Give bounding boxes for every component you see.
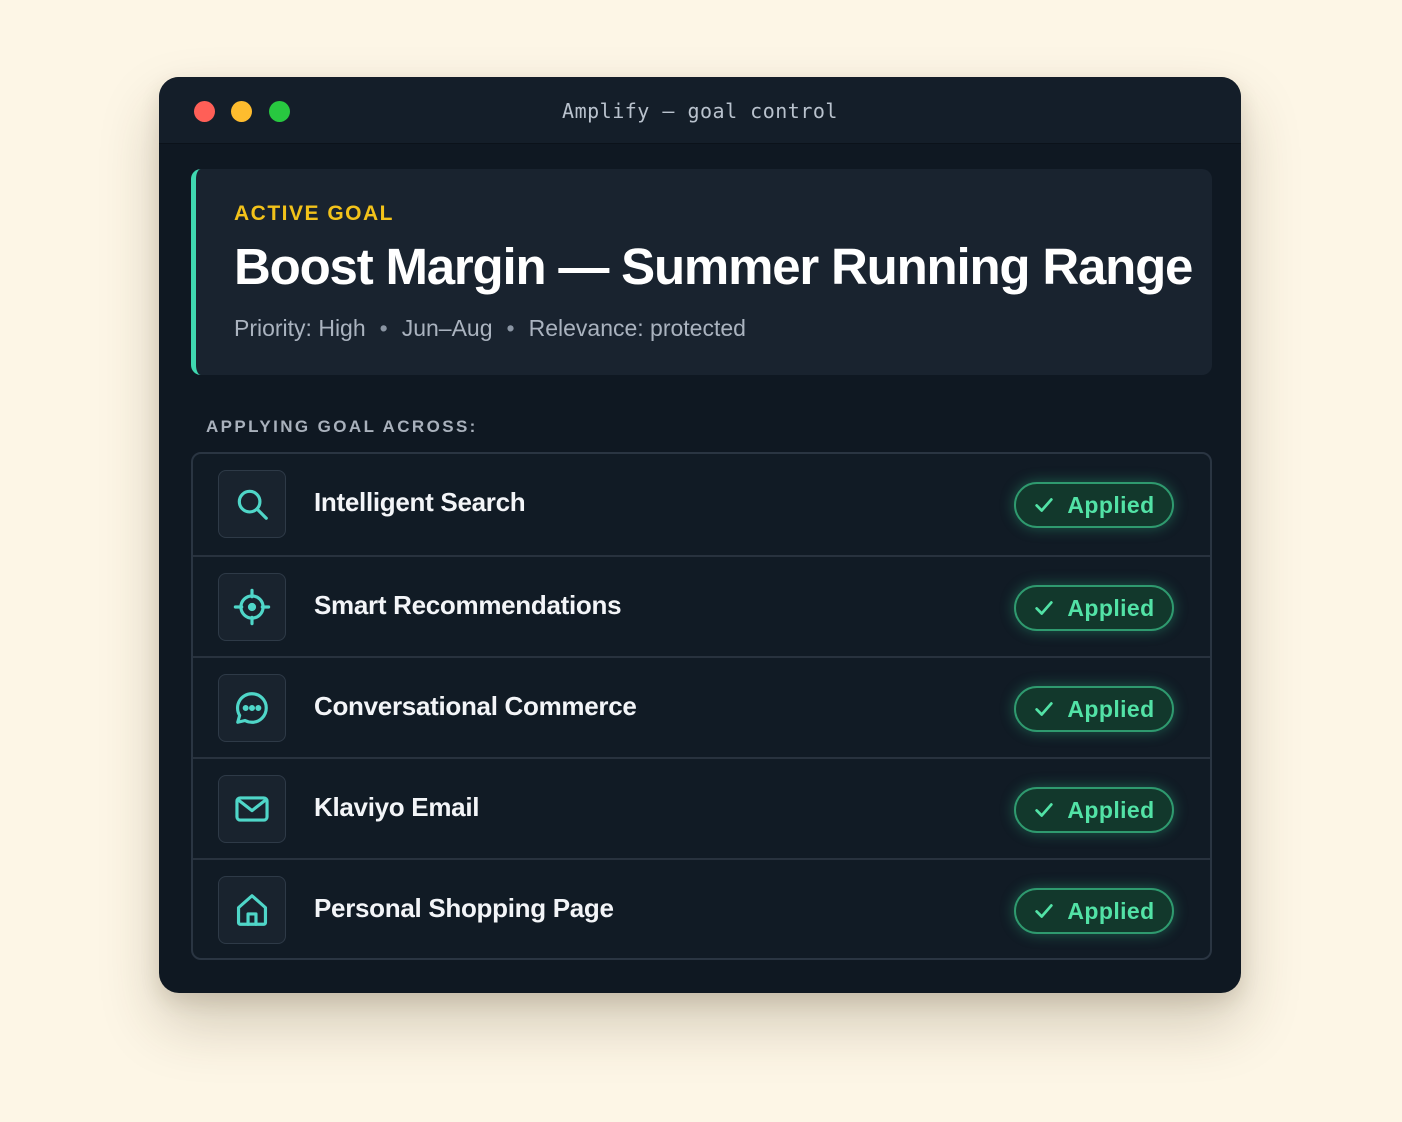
icon-tile: [218, 876, 286, 944]
checkmark-icon: [1035, 904, 1054, 918]
icon-tile: [218, 674, 286, 742]
applied-status-badge[interactable]: Applied: [1014, 787, 1174, 833]
chat-bubble-icon: [236, 692, 268, 724]
goal-period: Jun–Aug: [401, 315, 493, 341]
active-goal-kicker: ACTIVE GOAL: [234, 202, 395, 225]
home-icon: [236, 894, 268, 926]
goal-title: Boost Margin — Summer Running Range: [234, 238, 1193, 295]
status-text: Applied: [1067, 796, 1155, 823]
meta-separator: •: [379, 315, 388, 341]
checkmark-icon: [1035, 803, 1054, 817]
channel-label: Smart Recommendations: [314, 590, 622, 620]
checkmark-icon: [1035, 601, 1054, 615]
icon-tile: [218, 470, 286, 538]
list-item: Intelligent Search Applied: [193, 454, 1210, 555]
active-goal-card: ACTIVE GOAL Boost Margin — Summer Runnin…: [191, 169, 1212, 375]
mail-icon: [235, 796, 269, 822]
status-text: Applied: [1067, 594, 1155, 621]
checkmark-icon: [1035, 702, 1054, 716]
channel-label: Conversational Commerce: [314, 691, 637, 721]
applied-status-badge[interactable]: Applied: [1014, 888, 1174, 934]
list-item: Conversational Commerce Applied: [193, 656, 1210, 757]
list-item: Personal Shopping Page Applied: [193, 858, 1210, 958]
icon-tile: [218, 775, 286, 843]
goal-priority: Priority: High: [234, 315, 366, 341]
meta-separator: •: [506, 315, 515, 341]
status-text: Applied: [1067, 491, 1155, 518]
goal-meta: Priority: High • Jun–Aug • Relevance: protec…: [234, 315, 746, 342]
list-item: Smart Recommendations Applied: [193, 555, 1210, 656]
channel-label: Personal Shopping Page: [314, 893, 614, 923]
status-text: Applied: [1067, 897, 1155, 924]
section-label: APPLYING GOAL ACROSS:: [206, 417, 478, 436]
icon-tile: [218, 573, 286, 641]
channel-label: Klaviyo Email: [314, 792, 480, 822]
channel-list: Intelligent Search Applied Smart Recomme…: [191, 452, 1212, 960]
app-window: Amplify – goal control ACTIVE GOAL Boost…: [159, 77, 1241, 993]
applied-status-badge[interactable]: Applied: [1014, 482, 1174, 528]
list-item: Klaviyo Email Applied: [193, 757, 1210, 858]
checkmark-icon: [1035, 498, 1054, 512]
crosshair-icon: [233, 588, 271, 626]
title-bar: Amplify – goal control: [159, 77, 1241, 144]
goal-relevance: Relevance: protected: [528, 315, 746, 341]
search-icon: [237, 489, 268, 520]
status-text: Applied: [1067, 695, 1155, 722]
channel-label: Intelligent Search: [314, 487, 526, 517]
window-title: Amplify – goal control: [562, 99, 838, 123]
applied-status-badge[interactable]: Applied: [1014, 585, 1174, 631]
applied-status-badge[interactable]: Applied: [1014, 686, 1174, 732]
